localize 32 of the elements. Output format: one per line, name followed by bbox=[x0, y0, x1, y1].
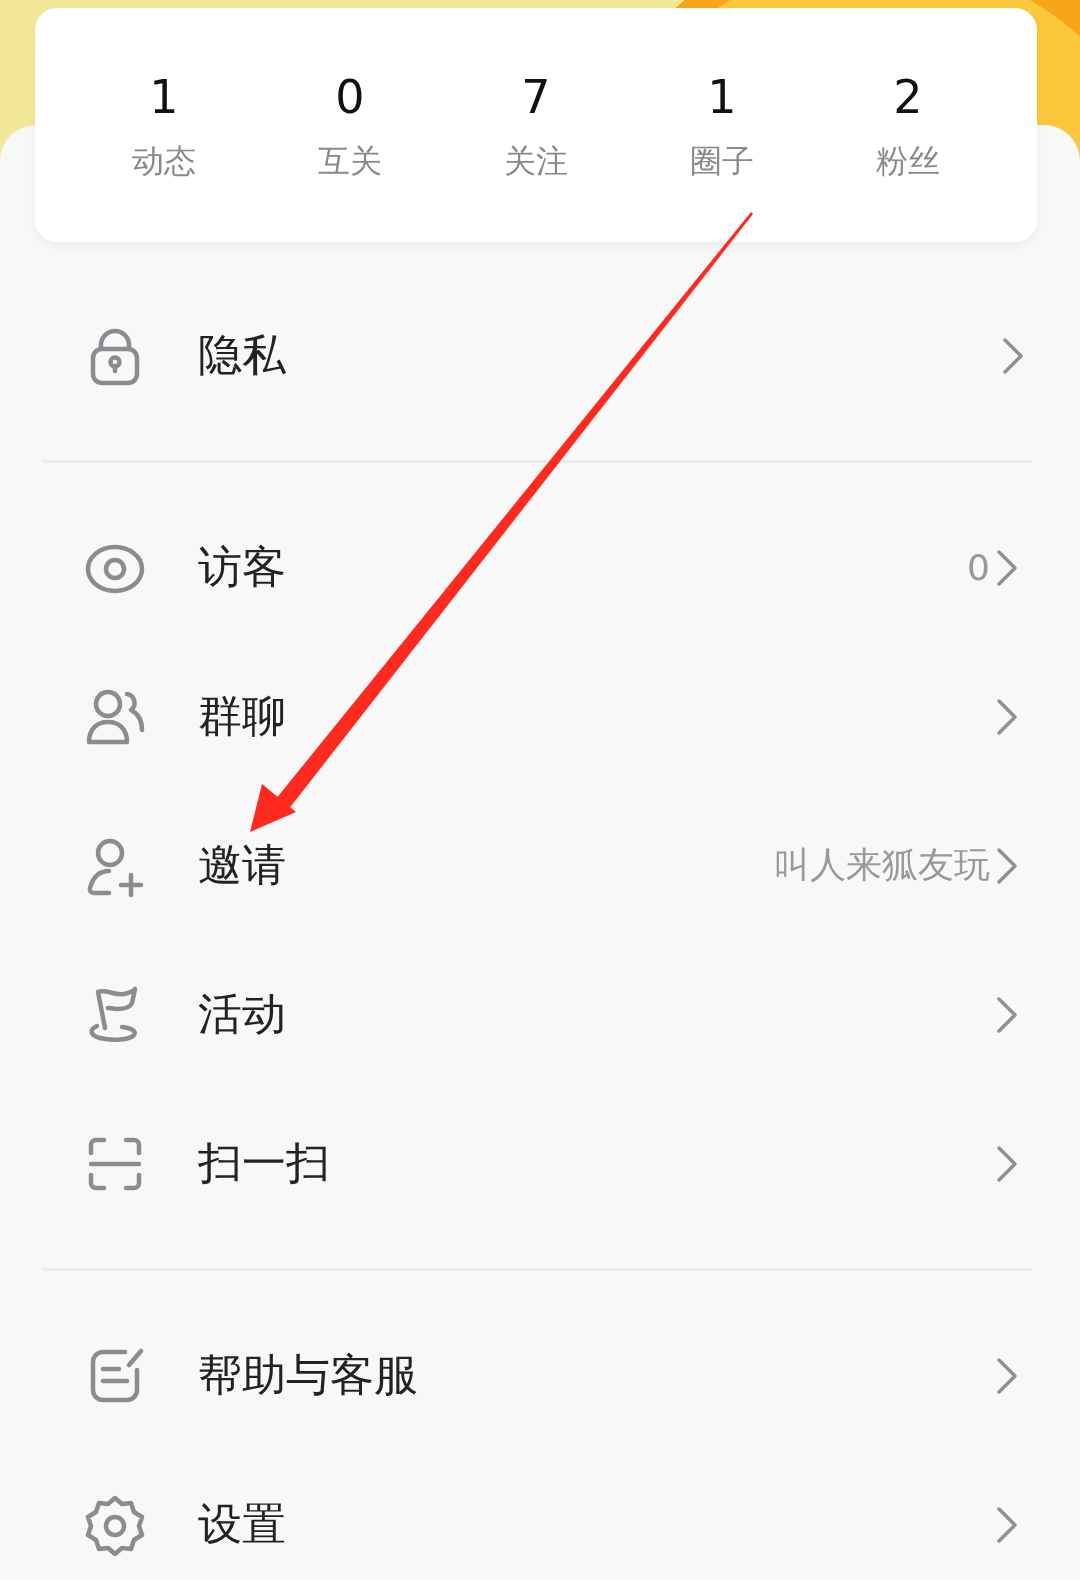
stat-item[interactable]: 1 圈子 bbox=[629, 69, 815, 181]
menu-row[interactable]: 设置 bbox=[42, 1450, 1032, 1580]
menu-row[interactable]: 隐私 bbox=[0, 281, 1080, 430]
chevron-icon bbox=[1002, 336, 1024, 375]
menu-label: 设置 bbox=[198, 1497, 287, 1551]
chevron-icon bbox=[996, 846, 1018, 885]
chevron-icon bbox=[996, 548, 1018, 587]
menu-label: 邀请 bbox=[198, 838, 287, 892]
menu-label: 活动 bbox=[198, 987, 287, 1041]
chevron-icon bbox=[996, 995, 1018, 1034]
stat-item[interactable]: 1 动态 bbox=[71, 69, 257, 181]
chevron-icon bbox=[996, 1144, 1018, 1183]
chevron-icon bbox=[996, 1356, 1018, 1395]
chevron-icon bbox=[996, 697, 1018, 736]
stat-item[interactable]: 2 粉丝 bbox=[815, 69, 1001, 181]
menu-row[interactable]: 邀请 叫人来狐友玩 bbox=[42, 791, 1032, 940]
menu-row[interactable]: 群聊 bbox=[42, 642, 1032, 791]
menu-value: 0 bbox=[967, 547, 990, 588]
stat-item[interactable]: 7 关注 bbox=[443, 69, 629, 181]
menu-row[interactable]: 活动 bbox=[42, 940, 1032, 1089]
menu-value: 叫人来狐友玩 bbox=[774, 843, 990, 887]
menu-row[interactable]: 访客 0 bbox=[42, 493, 1032, 642]
menu-label: 扫一扫 bbox=[198, 1136, 331, 1190]
menu-label: 访客 bbox=[198, 540, 287, 594]
menu-row[interactable]: 帮助与客服 bbox=[42, 1301, 1032, 1450]
stat-item[interactable]: 0 互关 bbox=[257, 69, 443, 181]
settings-icon bbox=[85, 1493, 145, 1556]
menu-label: 群聊 bbox=[198, 689, 287, 743]
chevron-icon bbox=[996, 1505, 1018, 1544]
menu-label: 帮助与客服 bbox=[198, 1348, 419, 1402]
menu-row[interactable]: 扫一扫 bbox=[42, 1089, 1032, 1238]
menu-label: 隐私 bbox=[198, 328, 287, 382]
